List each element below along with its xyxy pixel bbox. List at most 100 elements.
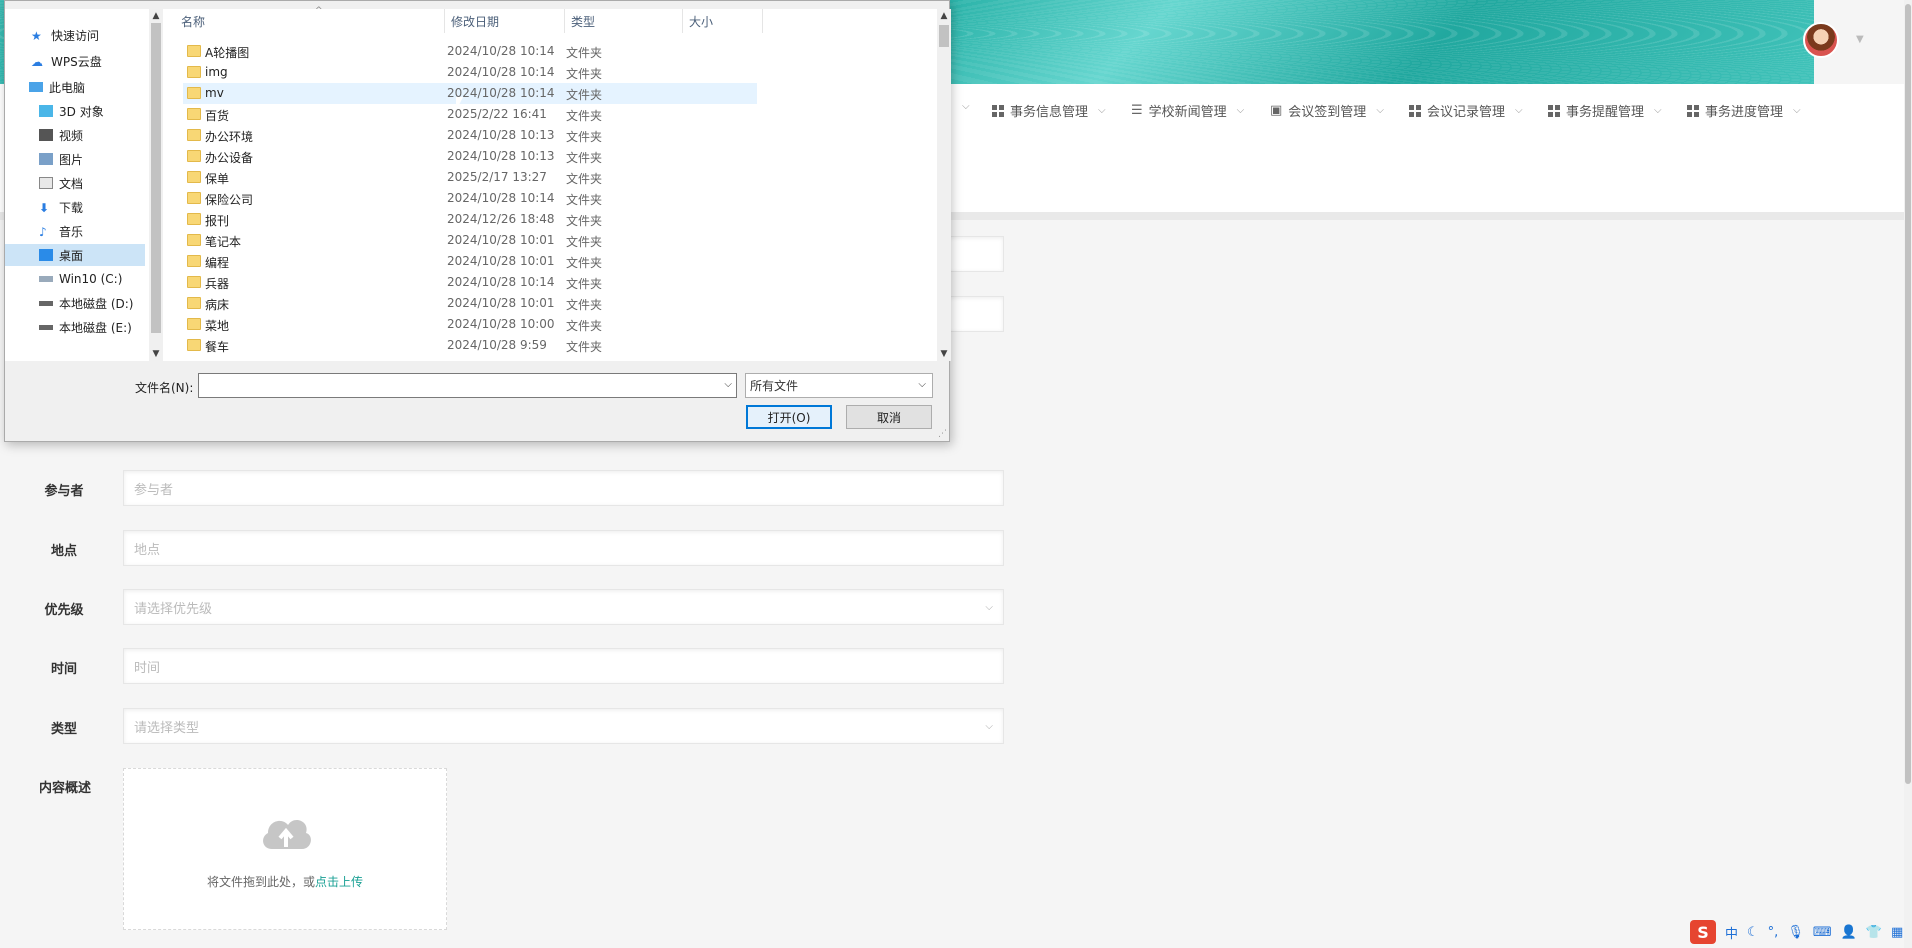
column-date[interactable]: 修改日期 xyxy=(445,9,565,33)
chevron-down-icon: ⌵ xyxy=(985,601,993,613)
open-button[interactable]: 打开(O) xyxy=(746,405,832,429)
file-row[interactable]: 编程 2024/10/28 10:01 文件夹 xyxy=(183,251,757,272)
nav-item-affairs-reminder[interactable]: 事务提醒管理 ⌵ xyxy=(1548,101,1662,120)
moon-icon[interactable]: ☾ xyxy=(1747,925,1759,940)
ime-mode[interactable]: 中 xyxy=(1725,923,1738,942)
nav-drive-d[interactable]: 本地磁盘 (D:) xyxy=(5,292,145,314)
user-icon[interactable]: 👤 xyxy=(1841,925,1857,940)
participants-label: 参与者 xyxy=(44,484,84,499)
nav-item-meeting-records[interactable]: 会议记录管理 ⌵ xyxy=(1409,101,1523,120)
time-input[interactable]: 时间 xyxy=(123,648,1004,684)
nav-pictures[interactable]: 图片 xyxy=(5,148,145,170)
grid-icon xyxy=(1687,104,1699,117)
chevron-down-icon[interactable]: ▼ xyxy=(149,347,163,361)
page-scrollbar[interactable] xyxy=(1904,0,1912,948)
type-select[interactable]: 请选择类型 ⌵ xyxy=(123,708,1004,744)
nav-item-label: 会议签到管理 xyxy=(1288,105,1367,120)
chevron-down-icon: ⌵ xyxy=(1098,105,1106,116)
participants-input[interactable]: 参与者 xyxy=(123,470,1004,506)
priority-select[interactable]: 请选择优先级 ⌵ xyxy=(123,589,1004,625)
microphone-icon[interactable]: 🎙 xyxy=(1787,925,1804,940)
user-avatar[interactable] xyxy=(1803,22,1839,58)
drive-icon xyxy=(39,324,53,330)
mouse-cursor xyxy=(456,97,463,111)
apps-icon[interactable]: ▦ xyxy=(1891,925,1903,940)
file-row[interactable]: mv 2024/10/28 10:14 文件夹 xyxy=(183,83,757,104)
nav-documents[interactable]: 文档 xyxy=(5,172,145,194)
folder-icon xyxy=(187,276,201,288)
location-input[interactable]: 地点 xyxy=(123,530,1004,566)
nav-desktop[interactable]: 桌面 xyxy=(5,244,145,266)
file-row[interactable]: 餐车 2024/10/28 9:59 文件夹 xyxy=(183,335,757,353)
grid-icon xyxy=(1409,104,1421,117)
nav-item-affairs-info[interactable]: 事务信息管理 ⌵ xyxy=(992,101,1106,120)
file-list: 名称 ^ 修改日期 类型 大小 A轮播图 2024/10/28 10:14 文件夹 i… xyxy=(163,6,937,361)
nav-videos[interactable]: 视频 xyxy=(5,124,145,146)
column-size[interactable]: 大小 xyxy=(683,9,763,33)
download-icon: ⬇ xyxy=(39,201,50,215)
nav-drive-e[interactable]: 本地磁盘 (E:) xyxy=(5,316,145,338)
location-label: 地点 xyxy=(50,544,77,559)
upload-hint: 将文件拖到此处，或点击上传 xyxy=(206,875,364,889)
folder-icon xyxy=(187,171,201,183)
chevron-down-icon: ⌵ xyxy=(985,720,993,732)
clipboard-icon: ▣ xyxy=(1270,103,1283,118)
file-row[interactable]: 保险公司 2024/10/28 10:14 文件夹 xyxy=(183,188,757,209)
file-list-scrollbar[interactable]: ▲ ▼ xyxy=(937,9,951,361)
column-type[interactable]: 类型 xyxy=(565,9,683,33)
column-name[interactable]: 名称 ^ xyxy=(175,6,445,33)
nav-item-meeting-signin[interactable]: ▣ 会议签到管理 ⌵ xyxy=(1270,101,1384,120)
nav-item-menu-chevron[interactable]: ⌵ xyxy=(958,101,970,112)
nav-quick-access[interactable]: ★ 快速访问 xyxy=(5,24,145,46)
grid-icon xyxy=(1548,104,1560,117)
chevron-up-icon[interactable]: ▲ xyxy=(149,9,163,23)
chevron-down-icon[interactable]: ▼ xyxy=(937,347,951,361)
sogou-ime-icon[interactable]: S xyxy=(1690,920,1716,944)
nav-pane-scrollbar[interactable]: ▲ ▼ xyxy=(149,9,163,361)
nav-music[interactable]: ♪ 音乐 xyxy=(5,220,145,242)
file-row[interactable]: 兵器 2024/10/28 10:14 文件夹 xyxy=(183,272,757,293)
chevron-up-icon[interactable]: ▲ xyxy=(937,9,951,23)
upload-link[interactable]: 点击上传 xyxy=(315,875,363,889)
file-row[interactable]: 笔记本 2024/10/28 10:01 文件夹 xyxy=(183,230,757,251)
folder-icon xyxy=(187,66,201,78)
time-label: 时间 xyxy=(50,662,77,677)
nav-item-label: 学校新闻管理 xyxy=(1148,105,1227,120)
cancel-button[interactable]: 取消 xyxy=(846,405,932,429)
sort-up-icon: ^ xyxy=(315,6,323,16)
keyboard-icon[interactable]: ⌨ xyxy=(1813,925,1832,940)
chevron-down-icon[interactable]: ▼ xyxy=(1856,34,1864,45)
nav-item-affairs-progress[interactable]: 事务进度管理 ⌵ xyxy=(1687,101,1801,120)
desktop-icon xyxy=(39,249,53,261)
shirt-icon[interactable]: 👕 xyxy=(1866,925,1882,940)
upload-dropzone[interactable]: 将文件拖到此处，或点击上传 xyxy=(123,768,447,930)
filename-input[interactable]: ⌵ xyxy=(198,373,737,398)
document-icon xyxy=(39,177,53,189)
folder-icon xyxy=(187,255,201,267)
resize-grip-icon[interactable]: ⋰ xyxy=(938,429,947,439)
nav-wps-cloud[interactable]: ☁ WPS云盘 xyxy=(5,50,145,72)
chevron-down-icon[interactable]: ⌵ xyxy=(724,379,732,390)
nav-drive-c[interactable]: Win10 (C:) xyxy=(5,268,145,290)
file-row[interactable]: 报刊 2024/12/26 18:48 文件夹 xyxy=(183,209,757,230)
grid-icon xyxy=(992,104,1004,117)
file-row[interactable]: img 2024/10/28 10:14 文件夹 xyxy=(183,62,757,83)
nav-downloads[interactable]: ⬇ 下载 xyxy=(5,196,145,218)
nav-item-school-news[interactable]: ☰ 学校新闻管理 ⌵ xyxy=(1131,101,1244,120)
file-row[interactable]: 菜地 2024/10/28 10:00 文件夹 xyxy=(183,314,757,335)
chevron-down-icon: ⌵ xyxy=(1376,105,1384,116)
file-row[interactable]: 办公环境 2024/10/28 10:13 文件夹 xyxy=(183,125,757,146)
punctuation-icon[interactable]: °, xyxy=(1768,925,1779,940)
filetype-select[interactable]: 所有文件 ⌵ xyxy=(745,373,933,398)
file-open-dialog: ★ 快速访问 ☁ WPS云盘 此电脑 3D 对象 视频 图片 文档 ⬇ 下载 ♪ 音乐 … xyxy=(4,0,951,442)
nav-3d-objects[interactable]: 3D 对象 xyxy=(5,100,145,122)
folder-icon xyxy=(187,129,201,141)
file-row[interactable]: A轮播图 2024/10/28 10:14 文件夹 xyxy=(183,41,757,62)
file-row[interactable]: 办公设备 2024/10/28 10:13 文件夹 xyxy=(183,146,757,167)
nav-this-pc[interactable]: 此电脑 xyxy=(5,76,145,98)
nav-item-label: 事务进度管理 xyxy=(1705,105,1784,120)
folder-icon xyxy=(187,213,201,225)
file-row[interactable]: 保单 2025/2/17 13:27 文件夹 xyxy=(183,167,757,188)
file-row[interactable]: 百货 2025/2/22 16:41 文件夹 xyxy=(183,104,757,125)
file-row[interactable]: 病床 2024/10/28 10:01 文件夹 xyxy=(183,293,757,314)
